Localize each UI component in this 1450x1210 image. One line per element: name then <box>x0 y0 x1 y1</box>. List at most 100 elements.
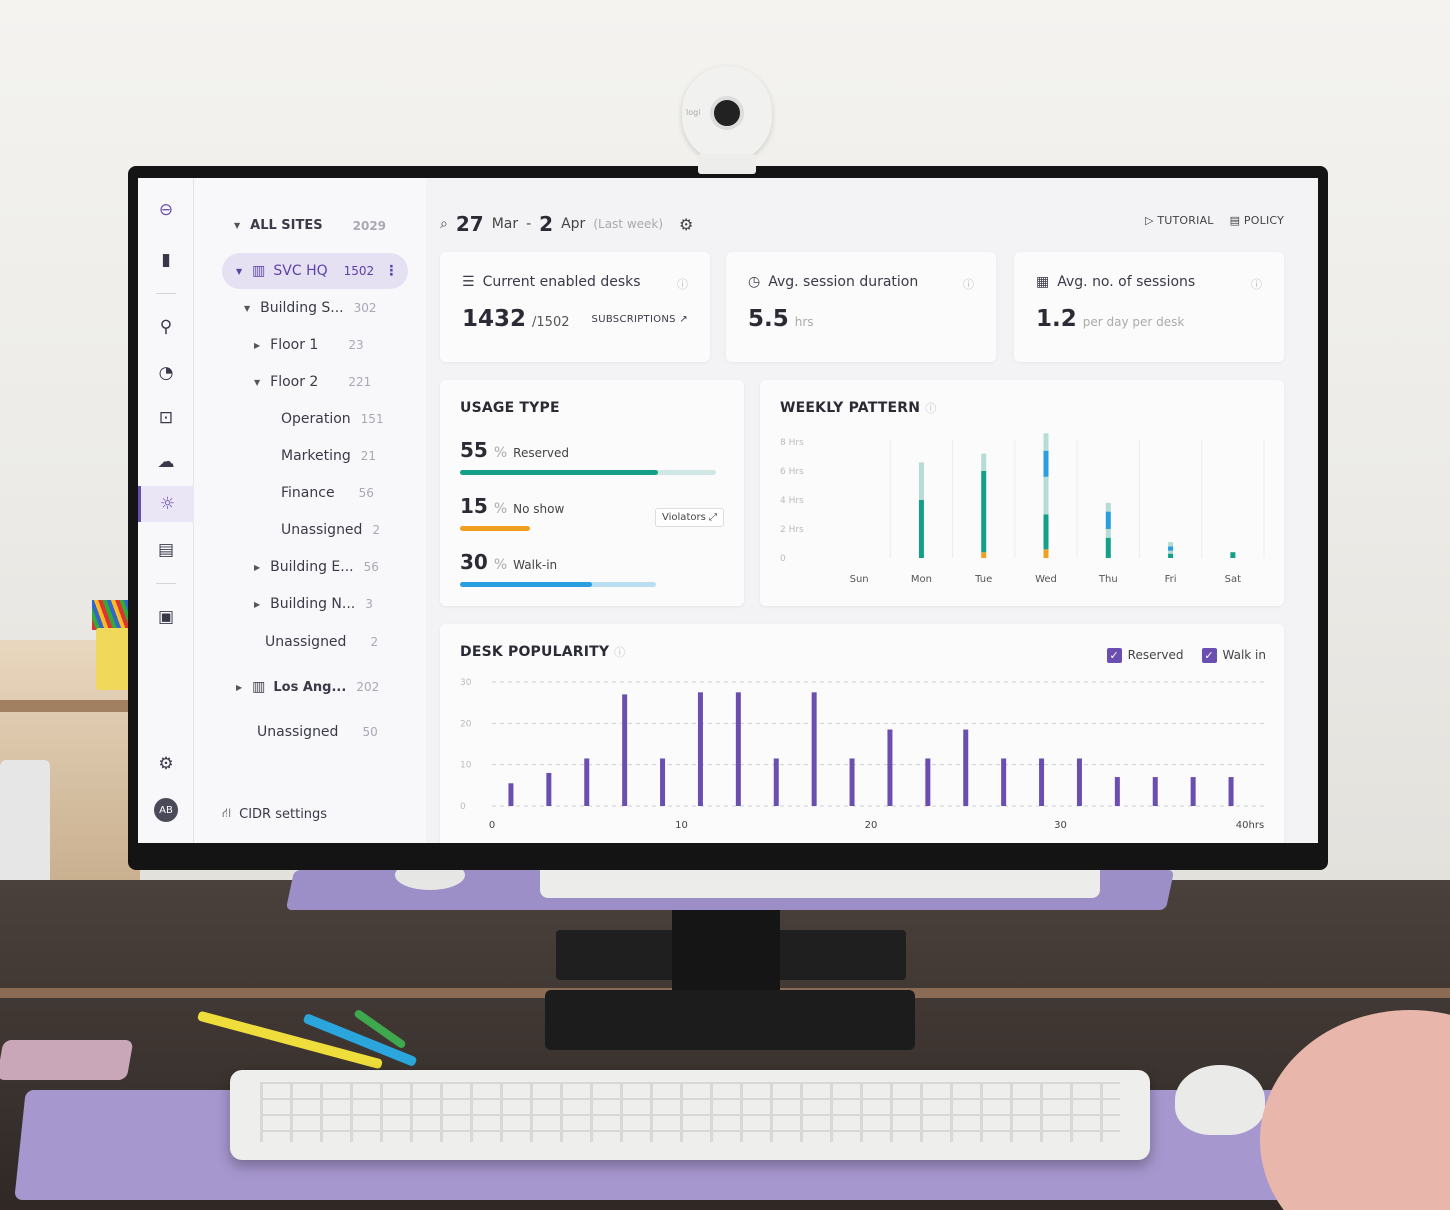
cidr-settings-link[interactable]: ⛙ CIDR settings <box>222 806 327 823</box>
info-icon[interactable]: ⓘ <box>1251 276 1262 292</box>
usage-bar-walkin <box>460 582 592 587</box>
y-tick-label: 6 Hrs <box>780 467 804 477</box>
alert-icon[interactable]: ⊡ <box>154 406 178 430</box>
insights-icon[interactable]: ☼ <box>138 486 194 522</box>
expand-icon: ⤢ <box>709 512 717 523</box>
bar <box>508 783 514 806</box>
tree-node[interactable]: Unassigned 2 <box>265 634 378 650</box>
bar-segment <box>1168 550 1174 554</box>
tree-node[interactable]: ▶ Floor 1 23 <box>254 337 364 353</box>
violators-button[interactable]: Violators ⤢ <box>655 508 724 527</box>
logo-icon[interactable]: ⊖ <box>154 198 178 222</box>
more-menu-icon[interactable]: ⋮ <box>384 263 398 279</box>
door-icon[interactable]: ▮ <box>154 248 178 272</box>
tutorial-button[interactable]: ▷ TUTORIAL <box>1145 214 1214 227</box>
usage-bar-reserved <box>460 470 658 475</box>
kpi-enabled-desks: ☰ Current enabled desks ⓘ 1432/1502 SUBSC… <box>440 252 710 362</box>
tree-node[interactable]: ▶ ▥ Los Ang... 202 <box>236 679 379 695</box>
phone <box>0 1040 134 1080</box>
header-actions: ▷ TUTORIAL ▤ POLICY <box>1145 214 1284 227</box>
caret-right-icon: ▶ <box>254 562 261 572</box>
bar-segment <box>981 552 987 558</box>
icon-rail: ⊖ ▮ ⚲ ◔ ⊡ ☁ ☼ ▤ ▣ ⚙ AB <box>138 178 194 843</box>
tree-node[interactable]: ▶ Building E... 56 <box>254 559 379 575</box>
bar <box>660 758 666 806</box>
tree-node-svc-hq[interactable]: ▼ ▥ SVC HQ 1502 ⋮ <box>222 253 408 289</box>
gear-icon[interactable]: ⚙ <box>154 752 178 776</box>
bar-segment <box>918 462 924 500</box>
tree-node[interactable]: ▶ Building N... 3 <box>254 596 373 612</box>
info-icon[interactable]: ⓘ <box>963 276 974 292</box>
weekly-pattern-card: WEEKLY PATTERN ⓘ 02 Hrs 4 Hrs 6 Hrs 8 Hrs Su… <box>760 380 1284 606</box>
y-tick-label: 0 <box>780 554 786 564</box>
avatar[interactable]: AB <box>154 798 178 822</box>
bar <box>622 694 628 806</box>
desk-popularity-card: DESK POPULARITY ⓘ ✓ Reserved ✓ Walk in 0 10… <box>440 624 1284 843</box>
date-range[interactable]: ⌕ 27 Mar - 2 Apr (Last week) ⚙ <box>440 212 693 236</box>
gauge-icon[interactable]: ◔ <box>154 361 178 385</box>
y-tick-label: 10 <box>460 761 472 771</box>
device-icon[interactable]: ▣ <box>154 605 178 629</box>
caret-right-icon: ▶ <box>254 340 261 350</box>
x-tick-label: 10 <box>675 820 688 831</box>
policy-button[interactable]: ▤ POLICY <box>1230 214 1284 227</box>
usage-row-noshow: 15% No show <box>460 494 565 518</box>
tree-node[interactable]: Operation 151 <box>281 411 384 427</box>
network-icon: ⛙ <box>222 806 232 821</box>
cloud-icon[interactable]: ☁ <box>154 450 178 474</box>
y-tick-label: 30 <box>460 678 472 688</box>
tree-node[interactable]: ▼ Building S... 302 <box>244 300 377 316</box>
kpi-session-duration: ◷ Avg. session duration ⓘ 5.5 hrs <box>726 252 996 362</box>
tree-node[interactable]: Unassigned 50 <box>257 724 378 740</box>
policy-icon[interactable]: ▤ <box>154 538 178 562</box>
caret-down-icon: ▼ <box>234 221 241 230</box>
bar <box>1114 777 1120 806</box>
tree-node[interactable]: Finance 56 <box>281 485 374 501</box>
building-icon: ▥ <box>252 679 266 695</box>
bar-segment <box>981 453 987 471</box>
tree-node[interactable]: Marketing 21 <box>281 448 376 464</box>
bar-segment <box>1105 511 1111 529</box>
caret-down-icon: ▼ <box>236 266 243 276</box>
y-tick-label: 0 <box>460 802 466 812</box>
x-tick-label: 40hrs <box>1236 820 1264 831</box>
bar <box>887 729 893 806</box>
shelf-edge <box>0 700 140 712</box>
info-icon[interactable]: ⓘ <box>677 276 688 292</box>
bar-segment <box>1043 476 1049 515</box>
gear-icon[interactable]: ⚙ <box>679 215 693 234</box>
node-count: 1502 <box>343 264 375 278</box>
desk-icon[interactable]: ⚲ <box>154 315 178 339</box>
bar-segment <box>1043 549 1049 558</box>
bar-segment <box>1043 450 1049 477</box>
tree-node[interactable]: ▼ Floor 2 221 <box>254 374 371 390</box>
bar <box>773 758 779 806</box>
node-label: ALL SITES <box>250 218 323 233</box>
main-content: ⌕ 27 Mar - 2 Apr (Last week) ⚙ ▷ TUTORIA… <box>426 178 1318 843</box>
usage-bar-noshow <box>460 526 530 531</box>
x-tick-label: 30 <box>1054 820 1067 831</box>
x-tick-label: Mon <box>911 574 932 585</box>
list-check-icon: ☰ <box>462 274 475 290</box>
webcam: logi <box>682 66 772 174</box>
x-tick-label: Sat <box>1225 574 1241 585</box>
external-link-icon: ↗ <box>679 314 688 325</box>
bar-segment <box>1105 537 1111 558</box>
bar <box>584 758 590 806</box>
mouse-front <box>1175 1065 1265 1135</box>
bar <box>925 758 931 806</box>
x-tick-label: Tue <box>974 574 992 585</box>
monitor-stand-base <box>545 990 915 1050</box>
x-tick-label: Fri <box>1165 574 1177 585</box>
tree-node[interactable]: Unassigned 2 <box>281 522 380 538</box>
subscriptions-link[interactable]: SUBSCRIPTIONS ↗ <box>592 314 688 325</box>
node-count: 2029 <box>352 218 387 233</box>
bar <box>811 692 817 806</box>
x-tick-label: Thu <box>1098 574 1118 585</box>
site-tree: ▼ ALL SITES 2029 ▼ ▥ SVC HQ 1502 ⋮ ▼ Buil… <box>194 178 471 843</box>
bar-segment <box>1168 553 1174 558</box>
bar <box>1228 777 1234 806</box>
x-tick-label: 0 <box>489 820 495 831</box>
all-sites-node[interactable]: ▼ ALL SITES 2029 <box>234 218 386 233</box>
y-tick-label: 8 Hrs <box>780 438 804 448</box>
